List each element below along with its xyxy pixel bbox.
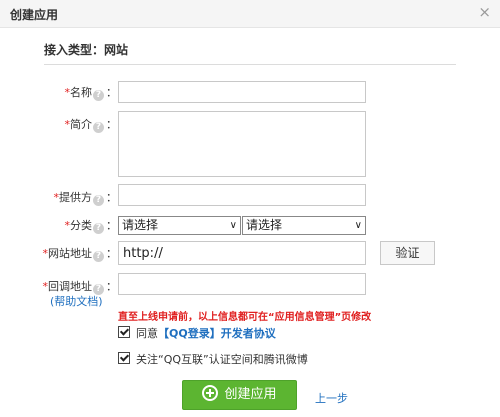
website-input[interactable] [118,241,366,265]
dialog-title: 创建应用 [10,8,59,22]
previous-step-link[interactable]: 上一步 [315,390,348,406]
edit-later-warning: 直至上线申请前，以上信息都可在“应用信息管理”页修改 [118,312,372,323]
developer-agreement-link[interactable]: 【QQ登录】开发者协议 [158,327,276,340]
help-doc-link[interactable]: (帮助文档) [50,293,103,309]
category-label: *分类?： [64,219,117,234]
section-divider [44,64,456,65]
follow-row: 关注“QQ互联”认证空间和腾讯微博 [118,351,308,367]
close-icon[interactable]: × [478,3,491,21]
help-icon[interactable]: ? [93,90,104,101]
create-app-button[interactable]: 创建应用 [182,380,297,410]
provider-label: *提供方?： [53,191,117,206]
name-label: *名称?： [64,86,117,101]
help-icon[interactable]: ? [93,223,104,234]
dialog-titlebar: 创建应用 × [0,0,500,28]
intro-textarea[interactable] [118,111,366,177]
agreement-row: 同意【QQ登录】开发者协议 [118,325,276,341]
help-icon[interactable]: ? [93,122,104,133]
intro-label: *简介?： [64,118,117,133]
provider-input[interactable] [118,184,366,206]
section-title: 接入类型：网站 [44,43,129,57]
plus-circle-icon [202,385,219,401]
chevron-down-icon: ∨ [229,220,237,231]
verify-button[interactable]: 验证 [380,241,435,265]
follow-checkbox[interactable] [118,352,130,364]
agreement-checkbox[interactable] [118,326,130,338]
help-icon[interactable]: ? [93,251,104,262]
chevron-down-icon: ∨ [354,220,362,231]
follow-label: 关注“QQ互联”认证空间和腾讯微博 [136,353,308,366]
help-icon[interactable]: ? [93,195,104,206]
website-label: *网站地址?： [42,247,117,262]
category-select-secondary[interactable]: 请选择 ∨ [242,216,366,235]
callback-input[interactable] [118,273,366,295]
category-select-primary[interactable]: 请选择 ∨ [118,216,241,235]
name-input[interactable] [118,81,366,103]
